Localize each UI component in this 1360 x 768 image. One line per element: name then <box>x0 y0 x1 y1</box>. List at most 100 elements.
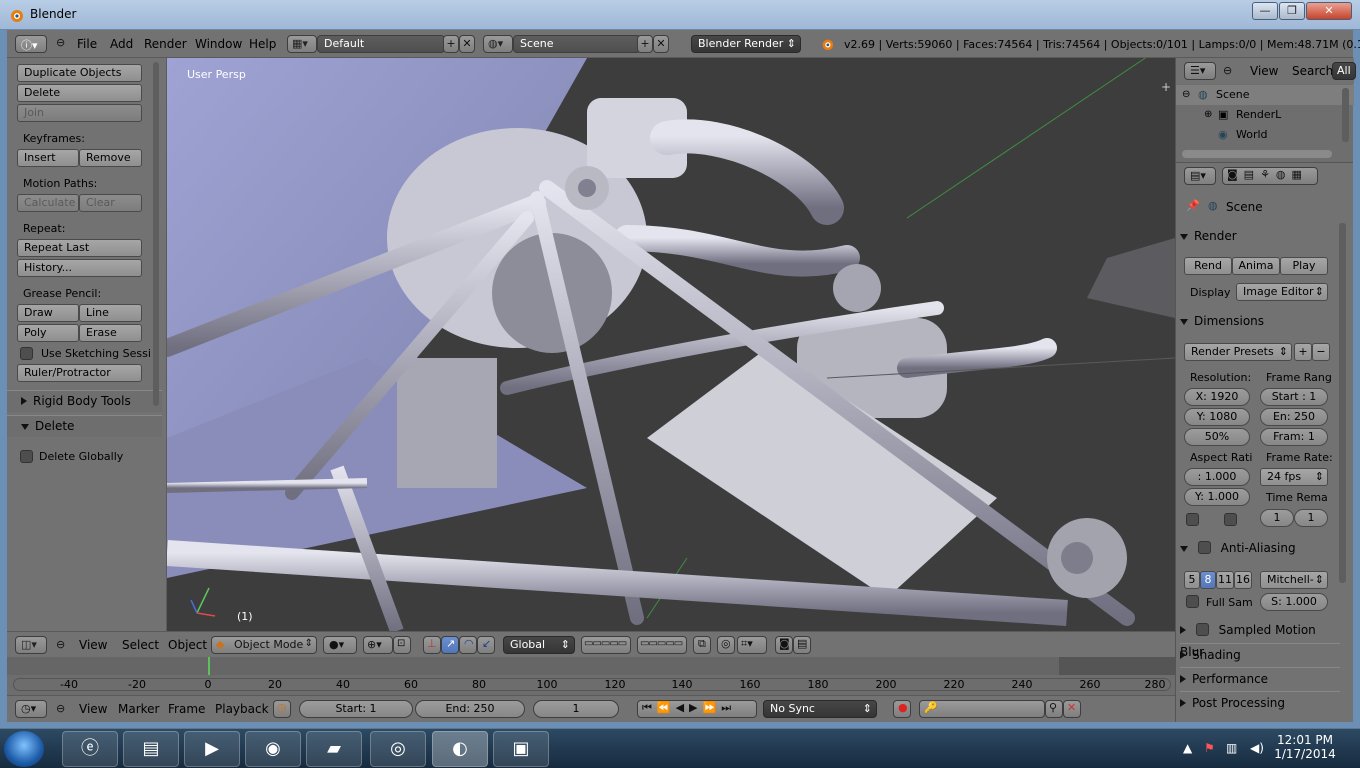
motion-blur-panel-header[interactable]: Sampled Motion Blur <box>1180 619 1340 659</box>
context-tab-icons[interactable]: ◙▤⚘◍▦ <box>1227 168 1308 181</box>
resolution-y-field[interactable]: Y: 1080 <box>1184 408 1250 426</box>
menu-view[interactable]: View <box>1250 64 1278 78</box>
insert-keyframe-icon[interactable]: ⚲ <box>1045 700 1063 718</box>
keying-set-field[interactable]: 🔑 <box>919 700 1045 718</box>
pin-icon[interactable]: 📌 <box>1186 199 1200 212</box>
collapse-icon[interactable]: ⊖ <box>1182 85 1190 105</box>
frame-end-field[interactable]: En: 250 <box>1260 408 1328 426</box>
render-panel-header[interactable]: Render <box>1180 225 1340 247</box>
volume-icon[interactable]: ◀) <box>1250 741 1264 755</box>
collapse-menu-icon[interactable]: ⊖ <box>56 36 65 49</box>
resolution-percentage-field[interactable]: 50% <box>1184 428 1250 446</box>
aa-samples-8-button[interactable]: 8 <box>1200 571 1216 589</box>
outliner-v-scrollbar[interactable] <box>1342 88 1349 142</box>
auto-keyframe-record-button[interactable]: ● <box>893 700 911 718</box>
scene-selector-icon[interactable]: ◍▾ <box>483 35 513 53</box>
aspect-y-field[interactable]: Y: 1.000 <box>1184 488 1250 506</box>
full-sample-checkbox[interactable] <box>1186 595 1199 608</box>
render-engine-dropdown[interactable]: Blender Render ⇕ <box>691 35 801 53</box>
add-preset-icon[interactable]: + <box>1294 343 1312 361</box>
render-presets-dropdown[interactable]: Render Presets ⇕ <box>1184 343 1292 361</box>
menu-marker[interactable]: Marker <box>118 702 159 716</box>
sketching-session-checkbox[interactable] <box>20 347 33 360</box>
editor-type-properties-button[interactable]: ▤▾ <box>1184 167 1216 185</box>
frame-start-field[interactable]: Start : 1 <box>1260 388 1328 406</box>
time-remap-new-field[interactable]: 1 <box>1294 509 1328 527</box>
outliner-row-scene[interactable]: ⊖ ◍ Scene <box>1176 85 1354 105</box>
menu-help[interactable]: Help <box>249 37 276 51</box>
3d-viewport[interactable]: User Persp (1) + <box>167 58 1175 631</box>
outliner-display-mode-dropdown[interactable]: All <box>1332 62 1356 80</box>
delete-button[interactable]: Delete <box>17 84 142 102</box>
toolshelf-scrollbar[interactable] <box>153 62 159 406</box>
remove-scene-icon[interactable]: ✕ <box>653 35 669 53</box>
delete-keyframe-icon[interactable]: ✕ <box>1063 700 1081 718</box>
timeline-editor[interactable]: -40 -20 0 20 40 60 80 100 120 140 160 18… <box>7 657 1175 695</box>
aa-samples-11-button[interactable]: 11 <box>1216 571 1234 589</box>
menu-view[interactable]: View <box>79 702 107 716</box>
menu-object[interactable]: Object <box>168 638 207 652</box>
blender-taskbar-icon[interactable]: ◐ <box>432 731 488 767</box>
remove-screen-icon[interactable]: ✕ <box>459 35 475 53</box>
steam-icon[interactable]: ◎ <box>370 731 426 767</box>
rigid-body-tools-panel[interactable]: Rigid Body Tools <box>7 390 162 412</box>
remove-preset-icon[interactable]: − <box>1312 343 1330 361</box>
aa-samples-16-button[interactable]: 16 <box>1234 571 1252 589</box>
lock-layers-icon[interactable]: ⧉ <box>693 636 711 654</box>
screen-layout-field[interactable]: Default <box>317 35 445 53</box>
timeline-frame-cursor[interactable] <box>208 657 210 675</box>
join-button[interactable]: Join <box>17 104 142 122</box>
interaction-mode-dropdown[interactable]: ◆ Object Mode ⇕ <box>211 636 317 654</box>
add-scene-icon[interactable]: + <box>637 35 653 53</box>
clear-paths-button[interactable]: Clear <box>79 194 142 212</box>
rotate-manipulator-icon[interactable]: ◠ <box>459 636 477 654</box>
editor-type-timeline-button[interactable]: ◷▾ <box>15 700 47 718</box>
motion-blur-checkbox[interactable] <box>1195 623 1209 636</box>
frame-step-field[interactable]: Fram: 1 <box>1260 428 1328 446</box>
add-screen-icon[interactable]: + <box>443 35 459 53</box>
start-button[interactable] <box>4 731 44 767</box>
outliner-row-world[interactable]: ◉ World <box>1176 125 1354 145</box>
time-remap-old-field[interactable]: 1 <box>1260 509 1294 527</box>
dimensions-panel-header[interactable]: Dimensions <box>1180 310 1340 332</box>
system-clock[interactable]: 12:01 PM 1/17/2014 <box>1270 733 1340 761</box>
menu-view[interactable]: View <box>79 638 107 652</box>
menu-file[interactable]: File <box>77 37 97 51</box>
start-frame-field[interactable]: Start: 1 <box>299 700 413 718</box>
manipulate-center-icon[interactable]: ⊡ <box>393 636 411 654</box>
minimize-button[interactable]: — <box>1252 2 1278 20</box>
maximize-button[interactable]: ❐ <box>1279 2 1305 20</box>
expand-icon[interactable]: ⊕ <box>1204 105 1212 125</box>
playback-buttons-icons[interactable]: ⏮⏪◀▶⏩⏭ <box>642 701 736 715</box>
post-processing-panel-header[interactable]: Post Processing <box>1180 691 1340 713</box>
outliner-row-renderlayers[interactable]: ⊕ ▣ RenderL <box>1176 105 1354 125</box>
ruler-protractor-button[interactable]: Ruler/Protractor <box>17 364 142 382</box>
transform-orientation-dropdown[interactable]: Global ⇕ <box>503 636 575 654</box>
editor-type-3d-button[interactable]: ◫▾ <box>15 636 47 654</box>
collapse-menu-icon[interactable]: ⊖ <box>56 702 65 715</box>
render-still-icon[interactable]: ◙ <box>775 636 793 654</box>
aa-samples-5-button[interactable]: 5 <box>1184 571 1200 589</box>
duplicate-objects-button[interactable]: Duplicate Objects <box>17 64 142 82</box>
collapse-menu-icon[interactable]: ⊖ <box>56 638 65 651</box>
preview-range-icon[interactable]: ◷ <box>273 700 291 718</box>
menu-window[interactable]: Window <box>195 37 242 51</box>
aspect-x-field[interactable]: : 1.000 <box>1184 468 1250 486</box>
shading-panel-header[interactable]: Shading <box>1180 643 1340 665</box>
manipulator-toggle-icon[interactable]: ⊥ <box>423 636 441 654</box>
snap-element-dropdown[interactable]: ⌗▾ <box>737 636 767 654</box>
media-player-icon[interactable]: ▶ <box>184 731 240 767</box>
grease-draw-button[interactable]: Draw <box>17 304 79 322</box>
chrome-icon[interactable]: ◉ <box>245 731 301 767</box>
end-frame-field[interactable]: End: 250 <box>415 700 525 718</box>
action-center-icon[interactable]: ⚑ <box>1204 741 1215 755</box>
screen-layout-icon[interactable]: ▦▾ <box>287 35 317 53</box>
grease-line-button[interactable]: Line <box>79 304 142 322</box>
scene-field[interactable]: Scene <box>513 35 641 53</box>
scale-manipulator-icon[interactable]: ↙ <box>477 636 495 654</box>
layer-buttons-group-2[interactable]: ▭▭▭▭▭ <box>637 636 687 654</box>
display-mode-dropdown[interactable]: Image Editor ⇕ <box>1236 283 1328 301</box>
performance-panel-header[interactable]: Performance <box>1180 667 1340 689</box>
properties-scrollbar[interactable] <box>1339 223 1346 583</box>
render-animation-button[interactable]: Anima <box>1232 257 1280 275</box>
